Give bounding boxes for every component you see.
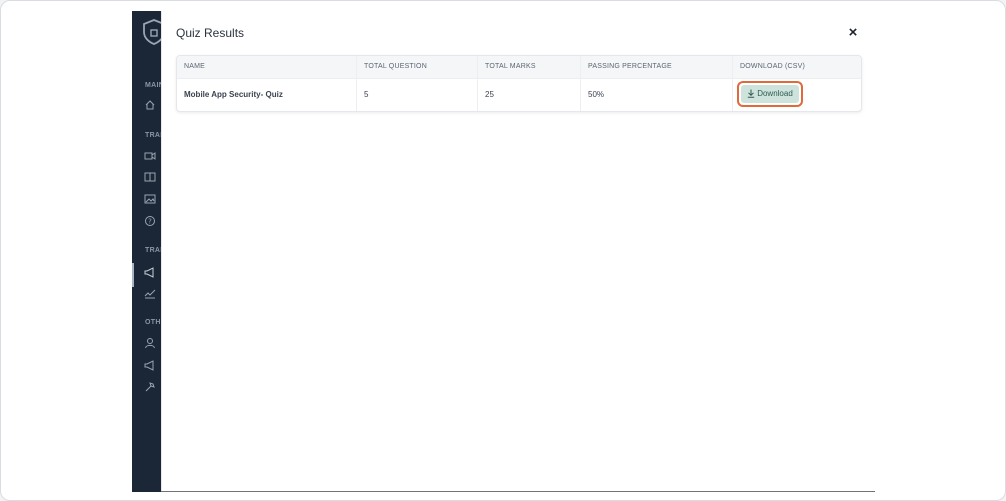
- column-header-total-marks: TOTAL MARKS: [478, 56, 581, 78]
- megaphone-icon[interactable]: [144, 266, 156, 278]
- sidebar-section-training: TRAI: [145, 132, 163, 139]
- download-icon: [748, 89, 755, 99]
- book-icon[interactable]: [144, 171, 156, 183]
- sidebar: MAIN TRAI ? TRAI OTHE: [132, 11, 165, 492]
- table-header: NAME TOTAL QUESTION TOTAL MARKS PASSING …: [177, 56, 861, 79]
- cell-total-marks: 25: [478, 79, 581, 111]
- sidebar-active-indicator: [132, 263, 134, 287]
- tool-icon[interactable]: [144, 381, 156, 393]
- video-icon[interactable]: [144, 150, 156, 162]
- user-icon[interactable]: [144, 337, 156, 349]
- column-header-download: DOWNLOAD (CSV): [740, 63, 806, 70]
- cell-passing-percentage: 50%: [581, 79, 733, 111]
- cell-quiz-name: Mobile App Security- Quiz: [177, 79, 357, 111]
- cell-total-question: 5: [357, 79, 478, 111]
- chart-icon[interactable]: [144, 287, 156, 299]
- quiz-results-modal: Quiz Results × NAME TOTAL QUESTION TOTAL…: [161, 11, 875, 491]
- screenshot-frame: MAIN TRAI ? TRAI OTHE Quiz Results × NAM…: [0, 0, 1006, 501]
- image-icon[interactable]: [144, 193, 156, 205]
- modal-title: Quiz Results: [176, 26, 245, 40]
- column-header-total-question: TOTAL QUESTION: [357, 56, 478, 78]
- download-button[interactable]: Download: [741, 85, 799, 103]
- results-table: NAME TOTAL QUESTION TOTAL MARKS PASSING …: [176, 55, 862, 112]
- sidebar-section-training-2: TRAI: [145, 247, 163, 254]
- column-header-name: NAME: [177, 56, 357, 78]
- megaphone-icon[interactable]: [144, 359, 156, 371]
- column-header-passing-percentage: PASSING PERCENTAGE: [581, 56, 733, 78]
- download-button-label: Download: [757, 89, 793, 98]
- help-icon[interactable]: ?: [144, 215, 156, 227]
- close-button[interactable]: ×: [845, 25, 861, 41]
- home-icon[interactable]: [144, 99, 156, 111]
- svg-text:?: ?: [148, 218, 152, 226]
